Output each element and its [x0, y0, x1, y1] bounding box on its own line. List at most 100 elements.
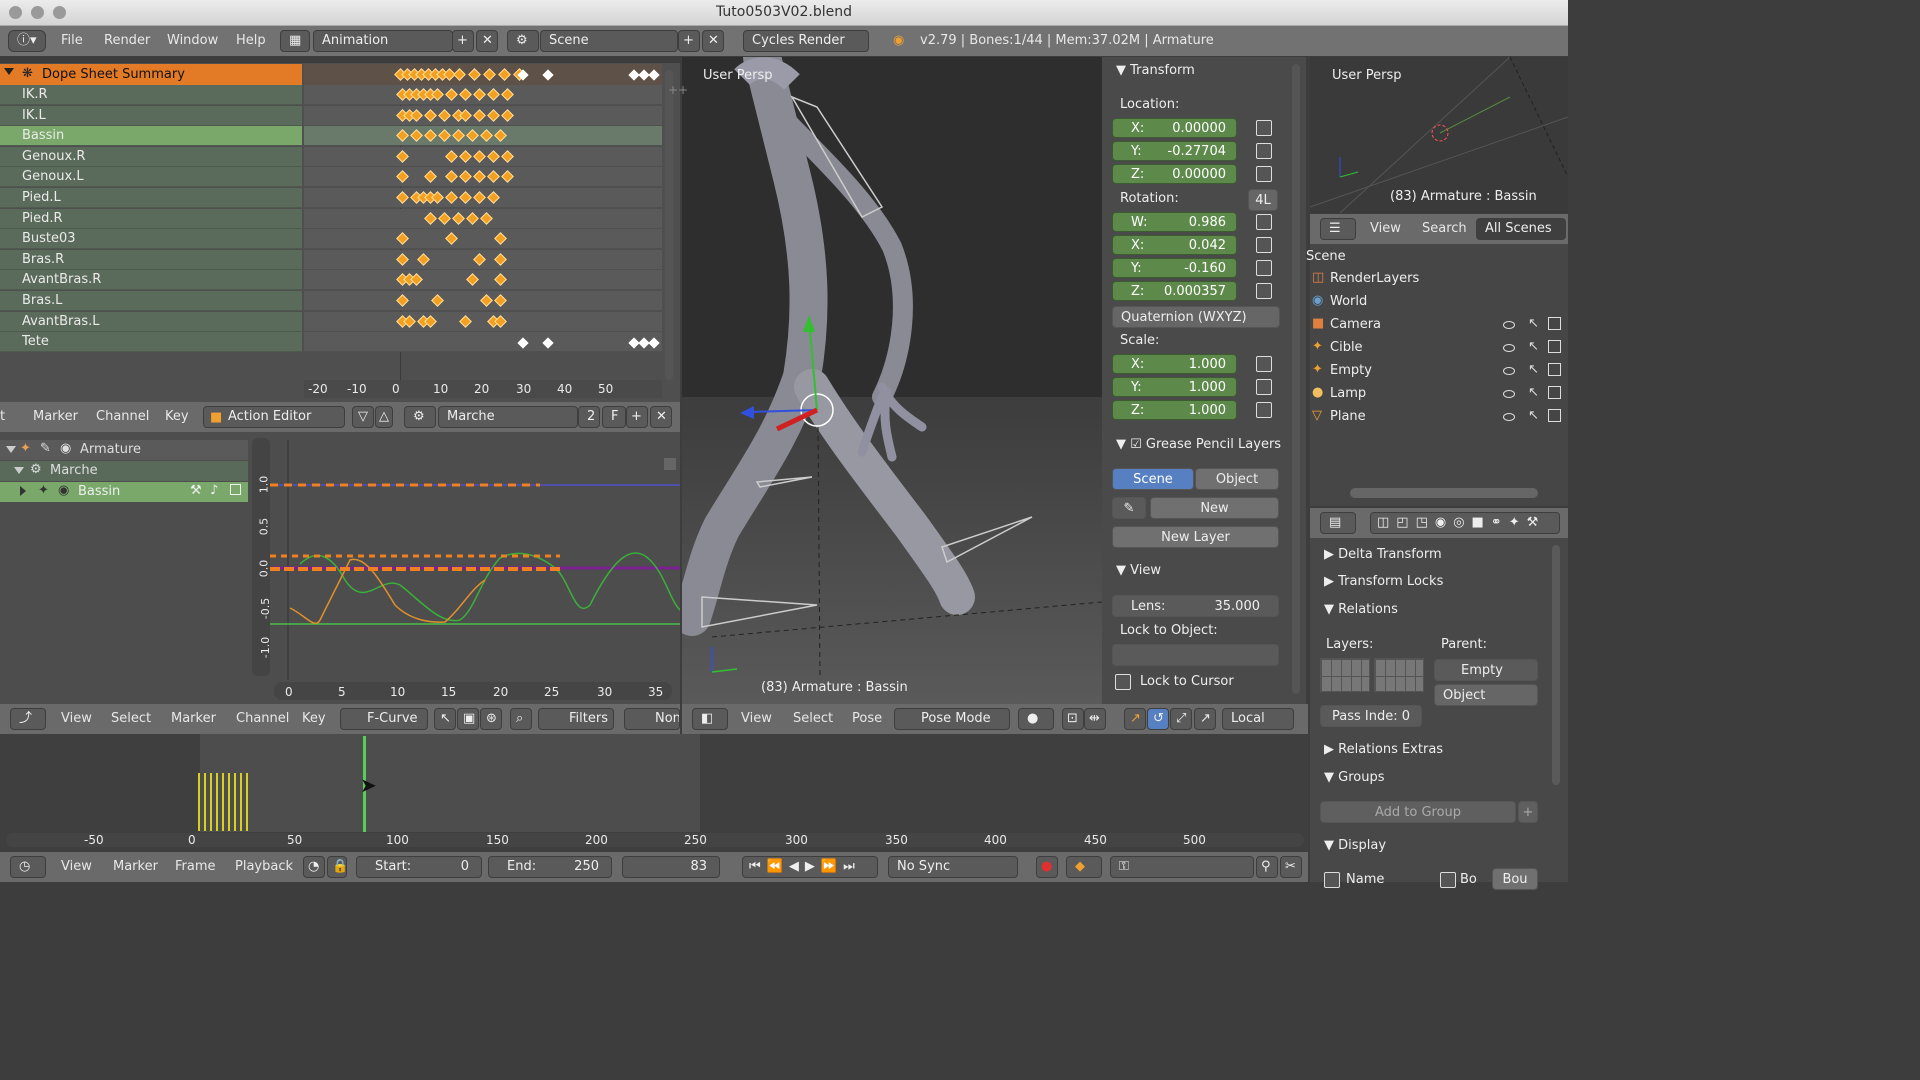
visibility-eye-icon[interactable]	[1503, 367, 1515, 375]
bone-foot-right[interactable]	[941, 516, 1033, 564]
add-to-group-button[interactable]: Add to Group	[1320, 801, 1516, 823]
viewport-shading-icon[interactable]: ●	[1018, 708, 1054, 730]
channel-bras-l[interactable]: Bras.L	[0, 291, 302, 311]
dopesheet-mode-selector[interactable]: Action Editor	[203, 406, 345, 428]
delta-transform-section[interactable]: ▶ Delta Transform	[1324, 547, 1442, 562]
add-scene-button[interactable]: +	[678, 30, 700, 52]
timeline-keyframe-marker[interactable]	[234, 773, 236, 831]
pin-icon[interactable]: ✎	[40, 441, 51, 456]
channel-ik-r[interactable]: IK.R	[0, 85, 302, 105]
menu-channel[interactable]: Channel	[96, 409, 149, 424]
rotation-field-x[interactable]: X: 0.042	[1112, 235, 1237, 255]
scene-selector[interactable]: Scene	[540, 30, 678, 52]
rotation-lock-icon[interactable]	[1256, 260, 1272, 276]
timeline-keyframe-marker[interactable]	[222, 773, 224, 831]
grease-object-tab[interactable]: Object	[1195, 468, 1279, 490]
sync-mode-selector[interactable]: No Sync	[888, 856, 1018, 878]
layers-grid-b[interactable]	[1374, 658, 1424, 692]
menu-view[interactable]: View	[61, 711, 92, 726]
character-armature[interactable]	[682, 57, 1102, 704]
insert-keyframe-icon[interactable]: ⚲	[1256, 856, 1278, 878]
bone-visibility-icon[interactable]: ◉	[58, 483, 69, 498]
editor-type-graph-icon[interactable]: ⤴	[10, 708, 46, 730]
channel-ik-l[interactable]: IK.L	[0, 105, 302, 126]
visibility-eye-icon[interactable]	[1503, 344, 1515, 352]
editor-type-outliner-icon[interactable]: ☰	[1320, 218, 1356, 240]
editor-type-timeline-icon[interactable]: ◷	[10, 856, 46, 878]
display-name-checkbox[interactable]	[1324, 872, 1340, 888]
timeline-keyframe-marker[interactable]	[210, 773, 212, 831]
rotation-mode-selector[interactable]: Quaternion (WXYZ)	[1112, 306, 1280, 328]
expand-bone-icon[interactable]	[20, 486, 26, 496]
parent-field[interactable]: Empty	[1434, 659, 1538, 681]
layout-grid-icon[interactable]: ▦	[280, 30, 310, 52]
menu-playback[interactable]: Playback	[235, 859, 293, 874]
menu-search[interactable]: Search	[1422, 221, 1467, 236]
add-layout-button[interactable]: +	[452, 30, 474, 52]
action-users-count[interactable]: 2	[578, 406, 600, 428]
delete-keyframe-icon[interactable]: ✂	[1280, 856, 1302, 878]
view-panel-header[interactable]: ▼ View	[1116, 563, 1161, 578]
menu-select[interactable]: Select	[793, 711, 833, 726]
dopesheet-scrollbar[interactable]	[665, 70, 673, 380]
transform-axis-icon[interactable]: ↗	[1194, 708, 1216, 730]
layers-grid-a[interactable]	[1320, 658, 1370, 692]
transform-orientation-selector[interactable]: Local	[1222, 708, 1294, 730]
channel-pied-l[interactable]: Pied.L	[0, 188, 302, 208]
rotation-field-y[interactable]: Y: -0.160	[1112, 258, 1237, 278]
normalize-button[interactable]: Non	[624, 708, 680, 730]
start-frame-field[interactable]: Start: 0	[356, 856, 482, 878]
fake-user-button[interactable]: F	[602, 406, 626, 428]
timeline-keyframe-marker[interactable]	[216, 773, 218, 831]
location-lock-icon[interactable]	[1256, 166, 1272, 182]
renderable-camera-icon[interactable]	[1548, 409, 1561, 422]
outliner-item-renderlayers[interactable]: RenderLayers	[1330, 268, 1419, 290]
graph-mode-selector[interactable]: F-Curve	[340, 708, 428, 730]
properties-context-tabs[interactable]: ◫◰◳◉◎■⚭✦⚒	[1370, 512, 1560, 534]
menu-channel[interactable]: Channel	[236, 711, 289, 726]
selectable-cursor-icon[interactable]: ↖	[1528, 385, 1539, 400]
outliner-item-plane[interactable]: Plane	[1330, 406, 1366, 428]
record-icon[interactable]: ●	[1036, 856, 1058, 878]
expand-armature-icon[interactable]	[6, 446, 16, 453]
channel-genoux-r[interactable]: Genoux.R	[0, 146, 302, 167]
menu-window[interactable]: Window	[167, 33, 218, 48]
layout-selector[interactable]: Animation	[313, 30, 453, 52]
display-bounds-checkbox[interactable]	[1440, 872, 1456, 888]
display-section[interactable]: ▼ Display	[1324, 838, 1386, 853]
outliner-filter-selector[interactable]: All Scenes	[1476, 218, 1566, 240]
outliner-item-world[interactable]: World	[1330, 291, 1367, 313]
rotation-lock-icon[interactable]	[1256, 283, 1272, 299]
scale-field-x[interactable]: X: 1.000	[1112, 354, 1237, 374]
grease-pencil-icon[interactable]: ✎	[1112, 497, 1146, 519]
visibility-eye-icon[interactable]	[1503, 413, 1515, 421]
bone-modifier-icon[interactable]: ⚒	[190, 483, 202, 498]
selectable-cursor-icon[interactable]: ↖	[1528, 339, 1539, 354]
filters-button[interactable]: Filters	[538, 708, 614, 730]
menu-file[interactable]: File	[61, 33, 83, 48]
selectable-cursor-icon[interactable]: ↖	[1528, 362, 1539, 377]
rotate-icon[interactable]: ↺	[1147, 708, 1169, 730]
editor-type-properties-icon[interactable]: ▤	[1320, 512, 1356, 534]
editor-type-info-icon[interactable]: ⓘ▾	[8, 30, 46, 52]
rotation-field-z[interactable]: Z: 0.000357	[1112, 281, 1237, 301]
manipulator-toggle-icon[interactable]: ⇹	[1084, 708, 1106, 730]
timeline-keyframe-marker[interactable]	[240, 773, 242, 831]
bone-mute-icon[interactable]: ♪	[210, 483, 218, 498]
menu-key[interactable]: Key	[165, 409, 189, 424]
new-layer-button[interactable]: New Layer	[1112, 526, 1279, 548]
add-group-plus-button[interactable]: +	[1518, 801, 1538, 823]
menu-cut[interactable]: t	[0, 409, 5, 424]
menu-render[interactable]: Render	[104, 33, 150, 48]
visibility-eye-icon[interactable]	[1503, 390, 1515, 398]
search-icon[interactable]: ⌕	[510, 708, 532, 730]
rotation-lock-icon[interactable]	[1256, 214, 1272, 230]
bone-foot-left[interactable]	[701, 596, 818, 628]
preview-range-icon[interactable]: ◔	[303, 856, 325, 878]
channel-avantbras-l[interactable]: AvantBras.L	[0, 311, 302, 332]
push-down-icon[interactable]: △	[375, 406, 393, 428]
selectable-cursor-icon[interactable]: ↖	[1528, 316, 1539, 331]
properties-scrollbar[interactable]	[1292, 64, 1300, 694]
timeline-keyframe-marker[interactable]	[246, 773, 248, 831]
menu-marker[interactable]: Marker	[33, 409, 78, 424]
